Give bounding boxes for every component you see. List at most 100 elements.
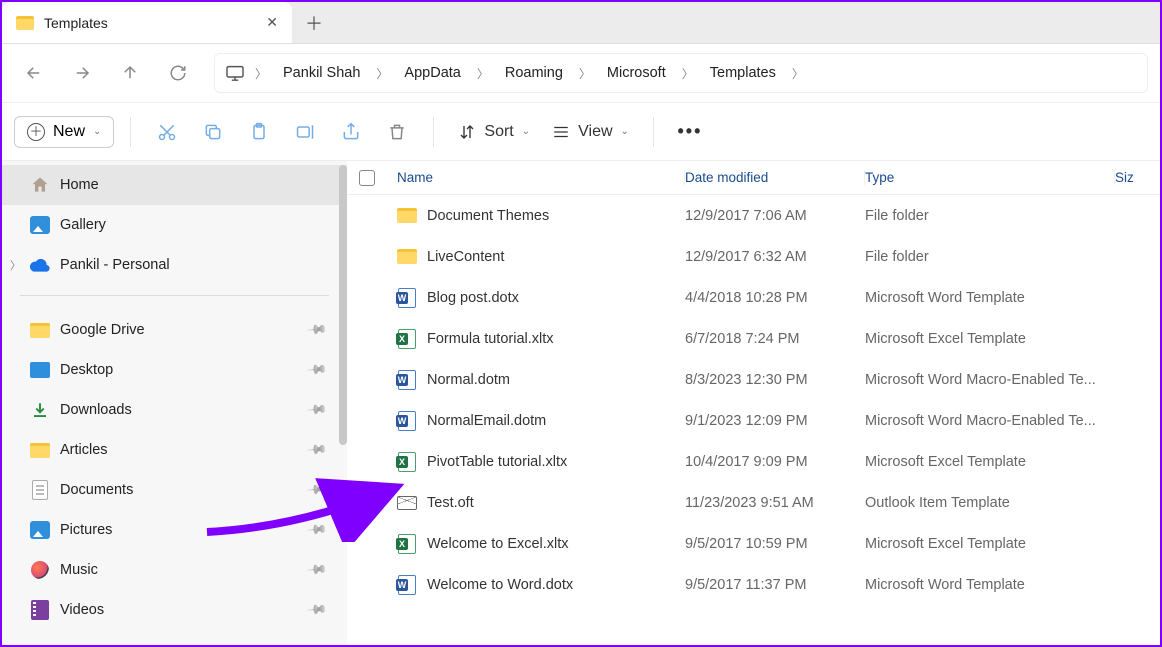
divider — [130, 117, 131, 147]
sidebar-item-articles[interactable]: Articles 📌 — [2, 430, 347, 470]
crumb-2[interactable]: Roaming — [497, 59, 571, 87]
crumb-3[interactable]: Microsoft — [599, 59, 674, 87]
chevron-right-icon: 〉 — [374, 65, 390, 82]
sidebar-item-pankil---personal[interactable]: 〉Pankil - Personal — [2, 245, 347, 285]
pc-icon — [225, 64, 247, 82]
share-button[interactable] — [331, 112, 371, 152]
folder-icon — [16, 16, 34, 30]
delete-button[interactable] — [377, 112, 417, 152]
document-icon — [30, 480, 50, 500]
chevron-right-icon: 〉 — [790, 65, 806, 82]
sidebar-item-google-drive[interactable]: Google Drive📌 — [2, 310, 347, 350]
file-row[interactable]: Test.oft11/23/2023 9:51 AMOutlook Item T… — [347, 482, 1160, 523]
sort-button[interactable]: Sort ⌄ — [450, 117, 538, 147]
file-type: Outlook Item Template — [865, 495, 1115, 511]
file-date: 8/3/2023 12:30 PM — [685, 372, 865, 388]
divider — [433, 117, 434, 147]
scrollbar[interactable] — [339, 165, 347, 445]
select-all-checkbox[interactable] — [359, 170, 375, 186]
refresh-button[interactable] — [158, 53, 198, 93]
file-row[interactable]: Document Themes12/9/2017 7:06 AMFile fol… — [347, 195, 1160, 236]
sidebar-item-documents[interactable]: Documents📌 — [2, 470, 347, 510]
file-date: 12/9/2017 7:06 AM — [685, 208, 865, 224]
sidebar-item-label: Music — [60, 562, 98, 578]
sort-label: Sort — [484, 123, 513, 141]
pin-icon: 📌 — [306, 479, 329, 502]
tab-bar: Templates ✕ ＋ — [2, 2, 1160, 44]
view-icon — [552, 123, 570, 141]
file-date: 12/9/2017 6:32 AM — [685, 249, 865, 265]
desktop-icon — [30, 360, 50, 380]
divider — [20, 295, 329, 296]
file-type: File folder — [865, 208, 1115, 224]
up-button[interactable] — [110, 53, 150, 93]
file-type: File folder — [865, 249, 1115, 265]
tab-title: Templates — [44, 15, 256, 31]
sidebar-item-gallery[interactable]: Gallery — [2, 205, 347, 245]
back-button[interactable] — [14, 53, 54, 93]
file-row[interactable]: LiveContent12/9/2017 6:32 AMFile folder — [347, 236, 1160, 277]
sort-icon — [458, 123, 476, 141]
mail-file-icon — [397, 493, 417, 513]
pin-icon: 📌 — [306, 399, 329, 422]
column-name[interactable]: Name⌃ — [395, 170, 685, 185]
pin-icon: 📌 — [306, 359, 329, 382]
file-row[interactable]: NormalEmail.dotm9/1/2023 12:09 PMMicroso… — [347, 400, 1160, 441]
pin-icon: 📌 — [306, 439, 329, 462]
crumb-1[interactable]: AppData — [396, 59, 468, 87]
file-date: 9/1/2023 12:09 PM — [685, 413, 865, 429]
copy-button[interactable] — [193, 112, 233, 152]
crumb-4[interactable]: Templates — [702, 59, 784, 87]
new-button[interactable]: ＋ New ⌄ — [14, 116, 114, 148]
sidebar-item-label: Home — [60, 177, 99, 193]
divider — [653, 117, 654, 147]
paste-button[interactable] — [239, 112, 279, 152]
pin-icon: 📌 — [306, 519, 329, 542]
folder-icon — [397, 247, 417, 267]
sidebar-item-desktop[interactable]: Desktop 📌 — [2, 350, 347, 390]
chevron-right-icon: 〉 — [253, 65, 269, 82]
file-row[interactable]: PivotTable tutorial.xltx10/4/2017 9:09 P… — [347, 441, 1160, 482]
sidebar-item-pictures[interactable]: Pictures📌 — [2, 510, 347, 550]
new-label: New — [53, 123, 85, 141]
sidebar-item-home[interactable]: Home — [2, 165, 347, 205]
column-date[interactable]: Date modified — [685, 170, 865, 185]
folder-icon — [30, 440, 50, 460]
file-row[interactable]: Welcome to Word.dotx9/5/2017 11:37 PMMic… — [347, 564, 1160, 605]
column-size[interactable]: Siz — [1115, 170, 1160, 185]
file-name: Formula tutorial.xltx — [427, 331, 554, 347]
more-button[interactable]: ••• — [670, 112, 710, 152]
file-type: Microsoft Word Template — [865, 290, 1115, 306]
tab-templates[interactable]: Templates ✕ — [2, 2, 292, 43]
sidebar-item-videos[interactable]: Videos📌 — [2, 590, 347, 630]
view-label: View — [578, 123, 612, 141]
sidebar-item-label: Articles — [60, 442, 108, 458]
file-date: 4/4/2018 10:28 PM — [685, 290, 865, 306]
sidebar-item-label: Gallery — [60, 217, 106, 233]
sidebar-item-music[interactable]: Music📌 — [2, 550, 347, 590]
chevron-right-icon: 〉 — [475, 65, 491, 82]
forward-button[interactable] — [62, 53, 102, 93]
file-type: Microsoft Word Macro-Enabled Te... — [865, 372, 1115, 388]
file-row[interactable]: Blog post.dotx4/4/2018 10:28 PMMicrosoft… — [347, 277, 1160, 318]
new-tab-button[interactable]: ＋ — [292, 2, 336, 43]
gallery-icon — [30, 215, 50, 235]
file-row[interactable]: Formula tutorial.xltx6/7/2018 7:24 PMMic… — [347, 318, 1160, 359]
close-icon[interactable]: ✕ — [266, 14, 278, 31]
main-area: Home Gallery 〉Pankil - Personal Google Dri… — [2, 160, 1160, 645]
sidebar-item-downloads[interactable]: Downloads📌 — [2, 390, 347, 430]
view-button[interactable]: View ⌄ — [544, 117, 637, 147]
file-name: Welcome to Word.dotx — [427, 577, 573, 593]
file-type: Microsoft Excel Template — [865, 331, 1115, 347]
file-row[interactable]: Welcome to Excel.xltx9/5/2017 10:59 PMMi… — [347, 523, 1160, 564]
breadcrumb[interactable]: 〉 Pankil Shah 〉 AppData 〉 Roaming 〉 Micr… — [214, 53, 1148, 93]
folder-icon — [397, 206, 417, 226]
excel-file-icon — [397, 534, 417, 554]
crumb-0[interactable]: Pankil Shah — [275, 59, 368, 87]
column-type[interactable]: Type — [865, 170, 1115, 185]
file-row[interactable]: Normal.dotm8/3/2023 12:30 PMMicrosoft Wo… — [347, 359, 1160, 400]
chevron-down-icon: ⌄ — [93, 126, 101, 137]
sidebar-item-label: Desktop — [60, 362, 113, 378]
cut-button[interactable] — [147, 112, 187, 152]
rename-button[interactable] — [285, 112, 325, 152]
